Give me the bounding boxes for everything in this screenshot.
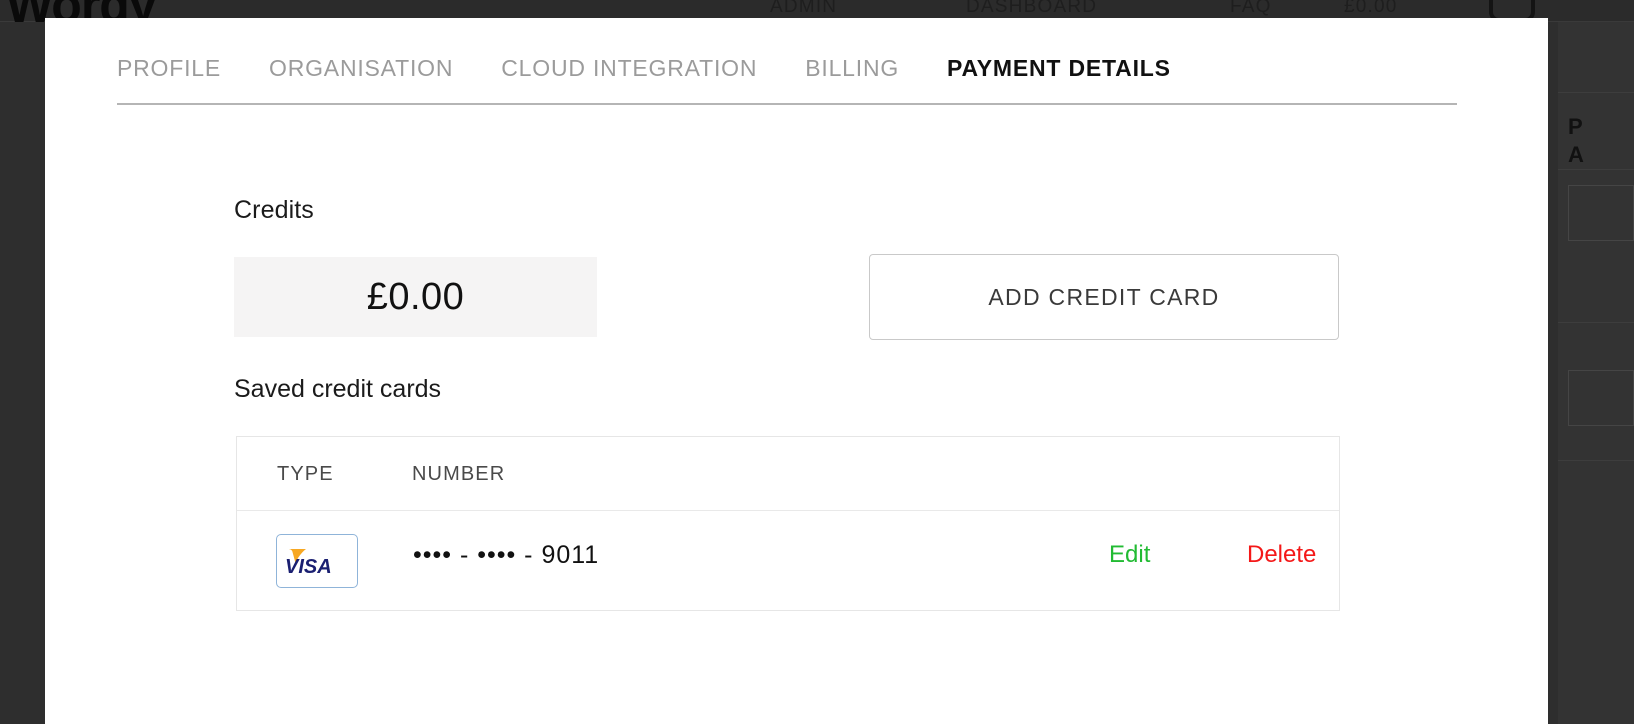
tab-payment-details[interactable]: PAYMENT DETAILS [947,53,1171,83]
saved-credit-cards-table: TYPE NUMBER VISA •••• - •••• - 9011 Edit… [236,436,1340,611]
background-right-divider-1 [1558,322,1634,323]
background-right-panel: P A [1558,22,1634,724]
tab-profile[interactable]: PROFILE [117,53,221,83]
credits-balance-box: £0.00 [234,257,597,337]
nav-item-faq[interactable]: FAQ [1230,0,1272,18]
add-credit-card-button[interactable]: ADD CREDIT CARD [869,254,1339,340]
settings-modal: PROFILE ORGANISATION CLOUD INTEGRATION B… [45,18,1548,724]
table-header-row: TYPE NUMBER [237,437,1339,511]
nav-item-admin[interactable]: ADMIN [770,0,837,18]
background-right-field-2 [1568,370,1634,426]
edit-card-link[interactable]: Edit [1109,541,1150,569]
settings-tabs: PROFILE ORGANISATION CLOUD INTEGRATION B… [117,53,1457,83]
table-row: VISA •••• - •••• - 9011 Edit Delete [237,511,1339,610]
column-header-type: TYPE [277,463,334,485]
saved-credit-cards-heading: Saved credit cards [234,375,442,403]
visa-logo: VISA [276,534,358,588]
svg-text:VISA: VISA [285,556,332,578]
background-right-section: P A [1558,92,1634,170]
tabs-divider [117,103,1457,105]
tab-billing[interactable]: BILLING [805,53,899,83]
tab-organisation[interactable]: ORGANISATION [269,53,453,83]
nav-item-balance[interactable]: £0.00 [1344,0,1398,18]
background-right-field-1 [1568,185,1634,241]
tab-cloud-integration[interactable]: CLOUD INTEGRATION [501,53,757,83]
credits-amount-value: £0.00 [366,275,465,318]
background-right-title: P A [1568,114,1584,167]
background-right-divider-2 [1558,460,1634,461]
card-number-masked: •••• - •••• - 9011 [413,541,600,569]
column-header-number: NUMBER [412,463,506,485]
credits-heading: Credits [234,196,314,224]
nav-item-dashboard[interactable]: DASHBOARD [966,0,1097,18]
delete-card-link[interactable]: Delete [1247,541,1316,569]
